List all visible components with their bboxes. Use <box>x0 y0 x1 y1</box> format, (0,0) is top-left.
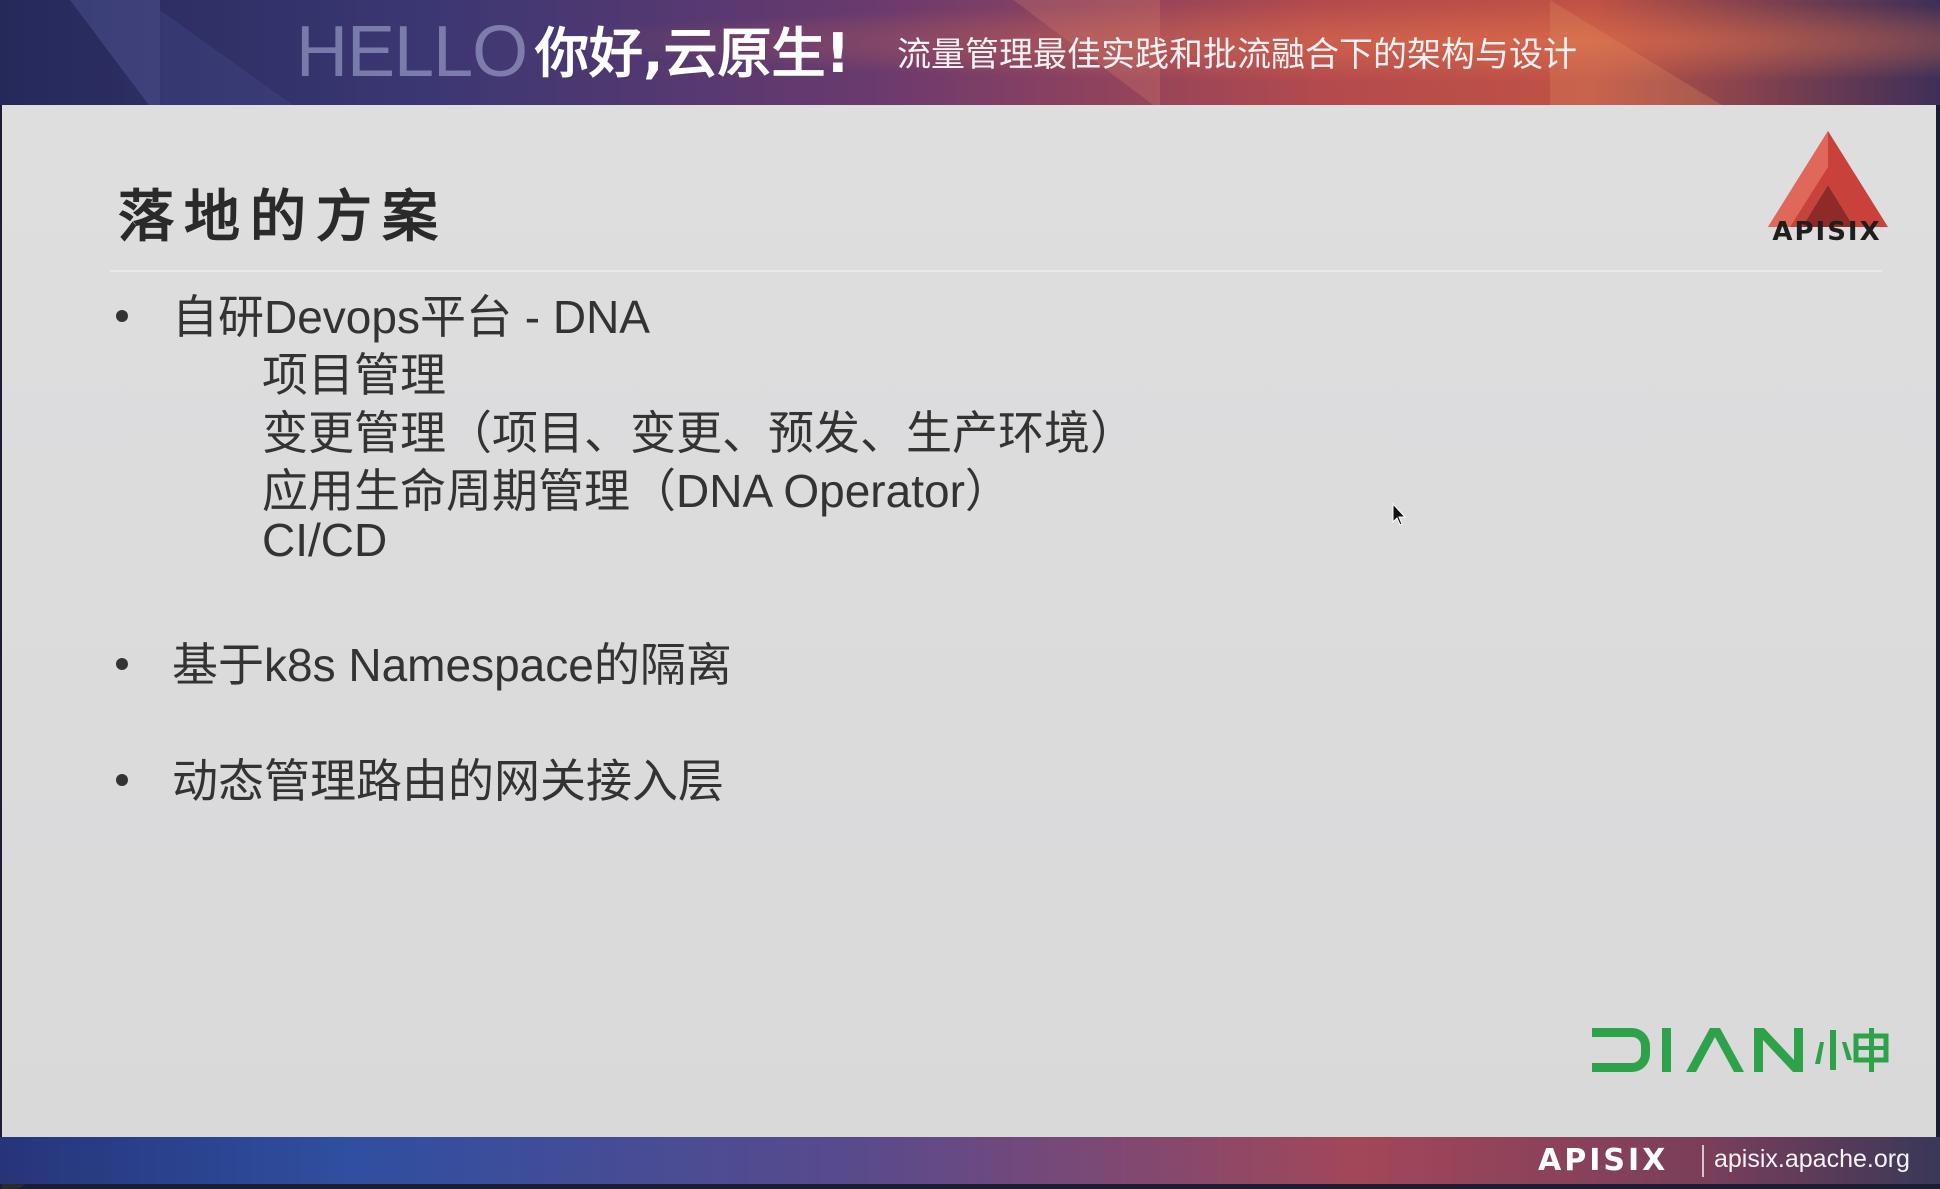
mouse-cursor-icon <box>1392 503 1407 526</box>
sub-item: CI/CD <box>262 514 388 566</box>
banner-subtitle: 流量管理最佳实践和批流融合下的架构与设计 <box>897 35 1577 75</box>
sub-item: 应用生命周期管理（DNA Operator） <box>262 465 1011 517</box>
bullet-dot-icon <box>116 310 128 322</box>
banner-facet <box>1550 0 1730 105</box>
apisix-logo-text: APISIX <box>1772 217 1882 247</box>
footer-url: apisix.apache.org <box>1714 1145 1910 1173</box>
bullet-dot-icon <box>116 774 128 786</box>
dian-brand-logo <box>1592 1028 1889 1072</box>
bullet-dot-icon <box>116 658 128 670</box>
bullet-text: 基于k8s Namespace的隔离 <box>172 639 732 691</box>
sub-item: 项目管理 <box>262 349 446 401</box>
footer-brand-logo: APISIX <box>1538 1143 1669 1178</box>
slide-title: 落地的方案 <box>118 185 448 250</box>
banner-facet <box>160 10 300 105</box>
presentation-slide: 落地的方案 APISIX 自研Devops平台 - DNA 项目管理 变更管理（… <box>2 105 1936 1189</box>
banner-title: 你好,云原生! <box>535 22 851 85</box>
sub-item: 变更管理（项目、变更、预发、生产环境） <box>262 407 1136 459</box>
title-divider <box>110 270 1882 272</box>
banner-hello: HELLO <box>296 12 528 92</box>
bullet-text: 动态管理路由的网关接入层 <box>172 755 724 807</box>
footer-separator <box>1702 1145 1704 1177</box>
event-banner: HELLO 你好,云原生! 流量管理最佳实践和批流融合下的架构与设计 <box>0 0 1940 105</box>
banner-facet <box>40 0 160 105</box>
bullet-text: 自研Devops平台 - DNA <box>172 291 650 343</box>
footer-bar: APISIX apisix.apache.org <box>0 1137 1940 1184</box>
